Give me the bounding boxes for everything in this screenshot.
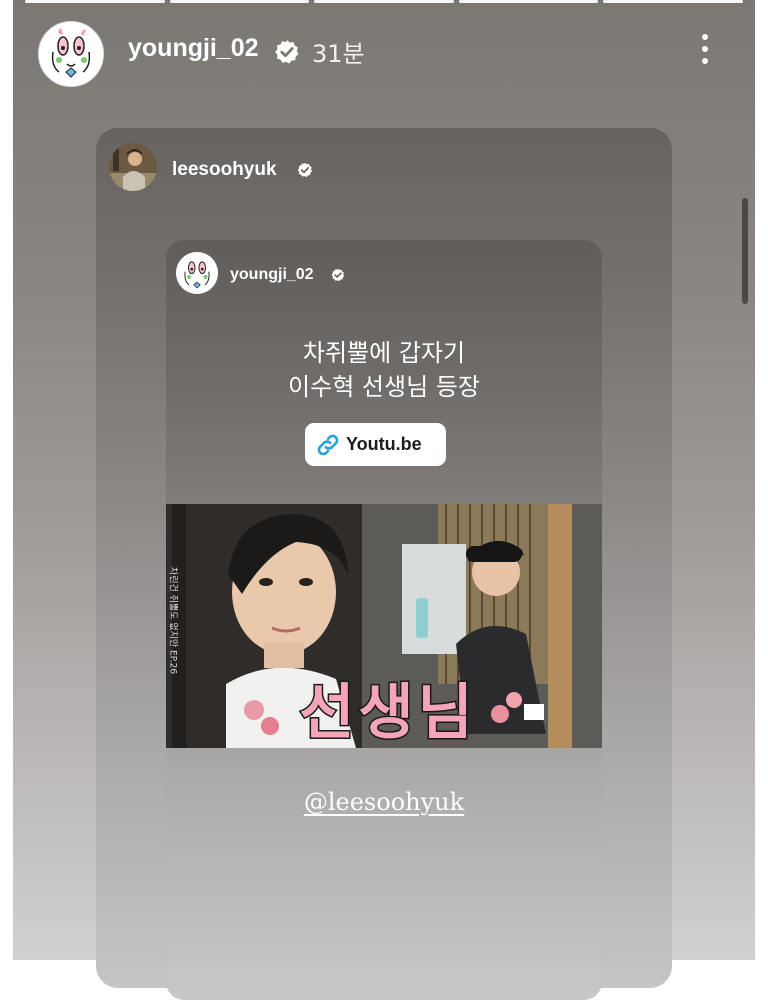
progress-segment [169, 0, 310, 3]
verified-badge-icon [275, 40, 299, 64]
shared-story-card[interactable]: leesoohyuk youngji_02 차쥐뿔에 갑자기 이수혁 선생님 등… [96, 128, 672, 1000]
story-progress-bar [25, 0, 743, 4]
more-options-icon[interactable] [697, 34, 713, 74]
inner-post-username[interactable]: youngji_02 [230, 266, 314, 284]
cartoon-face-avatar-icon [176, 252, 218, 294]
link-sticker-label[interactable]: Youtu.be [346, 434, 422, 455]
progress-segment [458, 0, 599, 3]
story-owner-username[interactable]: youngji_02 [128, 34, 259, 63]
progress-segment [25, 0, 165, 3]
progress-segment [603, 0, 743, 3]
story-timestamp: 31분 [312, 40, 365, 68]
story-caption: 차쥐뿔에 갑자기 이수혁 선생님 등장 [166, 336, 602, 404]
thumbnail-side-caption: 차린건 쥐뿔도 없지만 EP.26 [167, 566, 178, 675]
story-owner-avatar[interactable] [38, 21, 104, 87]
leesoohyuk-avatar[interactable] [109, 143, 157, 191]
mention-tag[interactable]: @leesoohyuk [166, 788, 602, 816]
inner-story-card[interactable]: youngji_02 차쥐뿔에 갑자기 이수혁 선생님 등장 Youtu.be [166, 240, 602, 1000]
shared-post-username[interactable]: leesoohyuk [172, 159, 277, 181]
youtube-thumbnail[interactable]: 차린건 쥐뿔도 없지만 EP.26 선생님 [166, 504, 602, 748]
caption-line-1: 차쥐뿔에 갑자기 [302, 339, 466, 367]
profile-photo-avatar-icon [109, 143, 157, 191]
inner-post-avatar[interactable] [176, 252, 218, 294]
caption-line-2: 이수혁 선생님 등장 [288, 373, 480, 401]
thumbnail-title: 선생님 [298, 677, 477, 749]
story-viewer[interactable]: youngji_02 31분 leesoohyuk youngji_02 차쥐뿔… [13, 0, 755, 1000]
verified-badge-icon [297, 162, 313, 178]
verified-badge-icon [331, 268, 345, 282]
link-sticker[interactable]: Youtu.be [305, 423, 446, 466]
link-icon [317, 434, 339, 455]
progress-segment [314, 0, 454, 3]
cartoon-face-avatar-icon [39, 22, 103, 86]
scrollbar[interactable] [742, 198, 748, 304]
